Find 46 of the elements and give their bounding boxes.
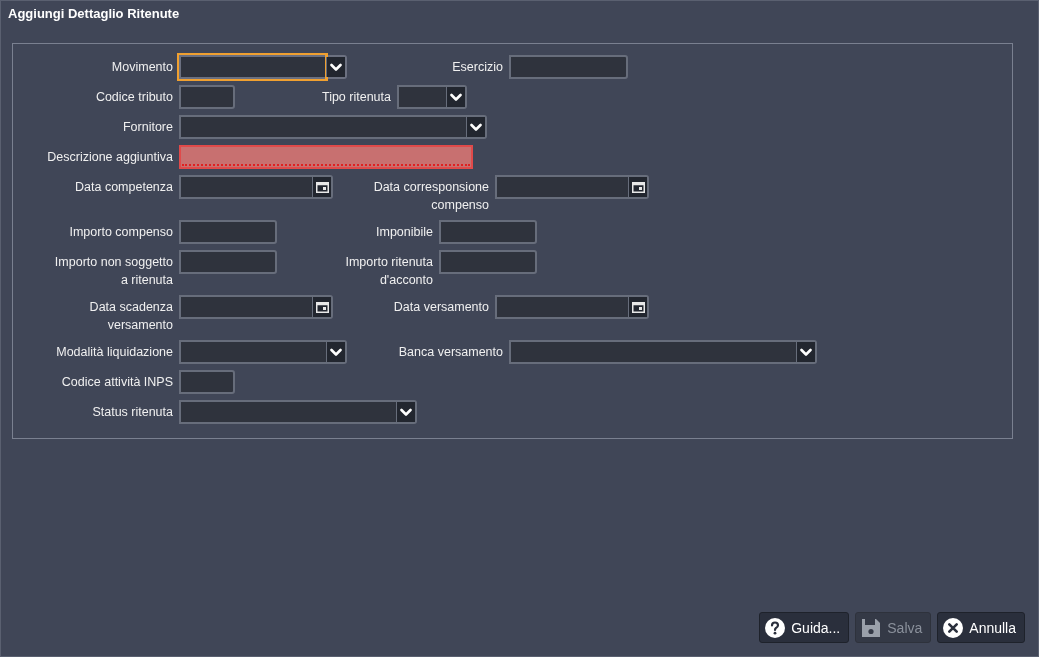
field-label: Importo ritenuta d'acconto	[344, 254, 433, 289]
field-label: Data scadenza versamento	[88, 299, 173, 334]
input-field[interactable]	[179, 220, 277, 244]
field-label: Modalità liquidazione	[55, 344, 173, 361]
field-label: Fornitore	[121, 119, 173, 136]
close-icon	[943, 617, 964, 638]
field-label: Codice attività INPS	[60, 374, 173, 391]
date-field[interactable]	[179, 175, 333, 199]
date-field[interactable]	[495, 295, 649, 319]
input-field[interactable]	[179, 145, 473, 169]
field-label: Codice tributo	[94, 89, 173, 106]
input-field[interactable]	[439, 220, 537, 244]
field-label: Esercizio	[451, 59, 503, 76]
window-title: Aggiungi Dettaglio Ritenute	[7, 5, 181, 23]
date-field[interactable]	[179, 295, 333, 319]
input-field[interactable]	[439, 250, 537, 274]
dialog-button[interactable]: Guida...	[759, 612, 850, 643]
input-field[interactable]	[179, 250, 277, 274]
chevron-down-icon	[400, 407, 412, 417]
field-label: Banca versamento	[397, 344, 503, 361]
dialog-button[interactable]: Annulla	[937, 612, 1025, 643]
date-field[interactable]	[495, 175, 649, 199]
chevron-down-icon	[450, 92, 462, 102]
field-label: Tipo ritenuta	[320, 89, 391, 106]
dropdown[interactable]	[397, 85, 467, 109]
calendar-icon	[315, 301, 329, 313]
calendar-icon	[631, 181, 645, 193]
field-label: Imponibile	[375, 224, 433, 241]
field-label: Data competenza	[74, 179, 173, 196]
field-label: Data corresponsione compenso	[372, 179, 489, 214]
calendar-icon	[631, 301, 645, 313]
calendar-icon	[315, 181, 329, 193]
field-label: Movimento	[110, 59, 173, 76]
field-label: Descrizione aggiuntiva	[46, 149, 173, 166]
chevron-down-icon	[330, 347, 342, 357]
input-field[interactable]	[509, 55, 628, 79]
chevron-down-icon	[330, 62, 342, 72]
help-icon	[765, 617, 786, 638]
field-label: Status ritenuta	[91, 404, 173, 421]
input-field[interactable]	[179, 85, 235, 109]
field-label: Data versamento	[392, 299, 489, 316]
field-label: Importo non soggetto a ritenuta	[53, 254, 173, 289]
chevron-down-icon	[470, 122, 482, 132]
chevron-down-icon	[800, 347, 812, 357]
input-field[interactable]	[179, 370, 235, 394]
field-label: Importo compenso	[68, 224, 173, 241]
